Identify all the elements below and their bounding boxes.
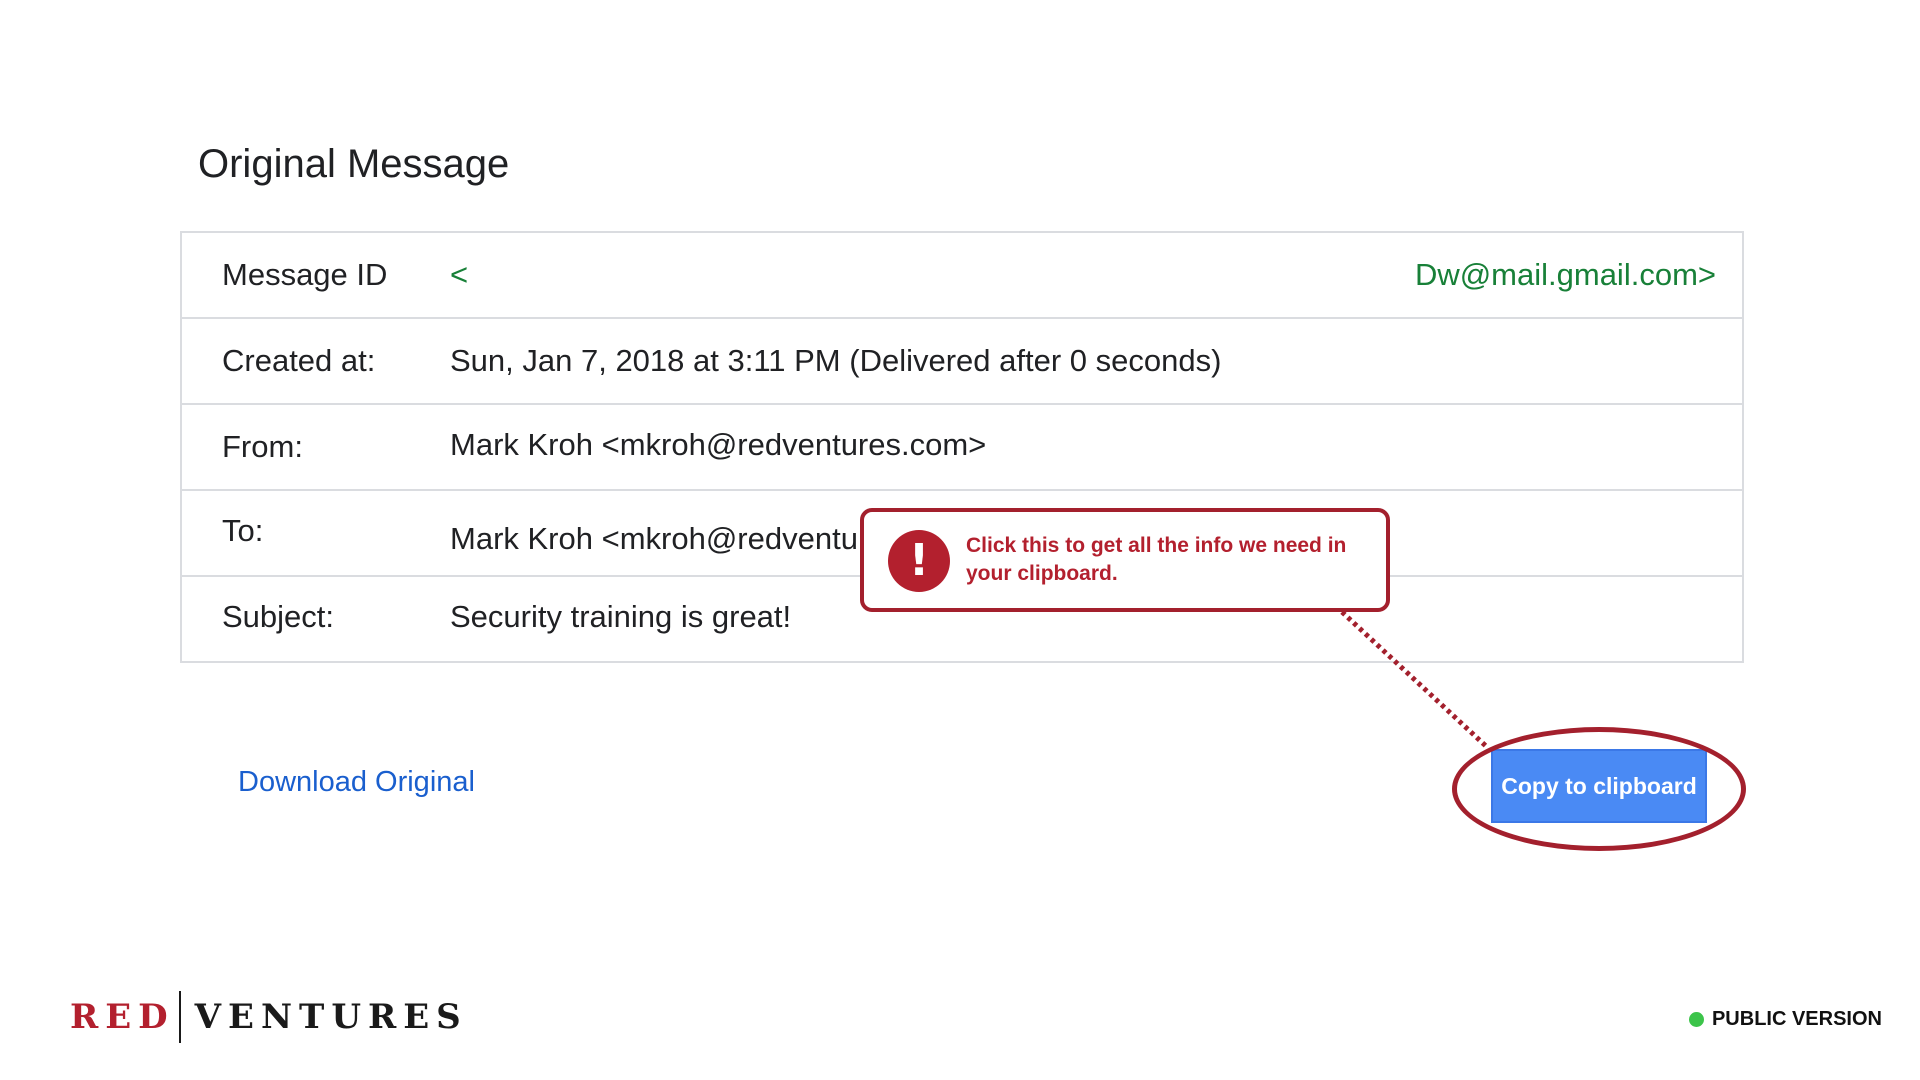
from-label: From: xyxy=(222,429,303,464)
logo-red-text: RED xyxy=(70,997,175,1037)
created-at-label: Created at: xyxy=(222,343,376,378)
red-ventures-logo: RED VENTURES xyxy=(70,990,468,1044)
from-row: From: Mark Kroh <mkroh@redventures.com> xyxy=(182,405,1742,491)
to-label: To: xyxy=(222,513,264,548)
message-id-value-start: < xyxy=(450,257,469,292)
callout-text: Click this to get all the info we need i… xyxy=(966,534,1347,585)
to-value: Mark Kroh <mkroh@redventu xyxy=(450,521,858,556)
exclamation-icon: ! xyxy=(888,530,950,592)
message-id-label: Message ID xyxy=(222,257,388,292)
subject-label: Subject: xyxy=(222,599,335,634)
slide: Original Message Message ID < Dw@mail.gm… xyxy=(0,0,1920,1080)
from-value: Mark Kroh <mkroh@redventures.com> xyxy=(450,427,987,462)
logo-ventures-text: VENTURES xyxy=(194,997,468,1037)
public-version-badge: PUBLIC VERSION xyxy=(1688,1008,1882,1031)
callout-box: ! Click this to get all the info we need… xyxy=(860,508,1390,612)
message-id-row: Message ID < Dw@mail.gmail.com> xyxy=(182,233,1742,319)
logo-divider xyxy=(178,991,181,1043)
copy-to-clipboard-button[interactable]: Copy to clipboard xyxy=(1491,749,1707,823)
created-at-value: Sun, Jan 7, 2018 at 3:11 PM (Delivered a… xyxy=(450,343,1222,378)
page-title: Original Message xyxy=(198,142,510,186)
public-version-label: PUBLIC VERSION xyxy=(1711,1008,1882,1030)
subject-value: Security training is great! xyxy=(450,599,792,634)
download-original-link[interactable]: Download Original xyxy=(238,766,475,799)
created-at-row: Created at: Sun, Jan 7, 2018 at 3:11 PM … xyxy=(182,319,1742,405)
message-id-value-end: Dw@mail.gmail.com> xyxy=(1414,257,1716,292)
status-dot-icon xyxy=(1688,1012,1704,1027)
